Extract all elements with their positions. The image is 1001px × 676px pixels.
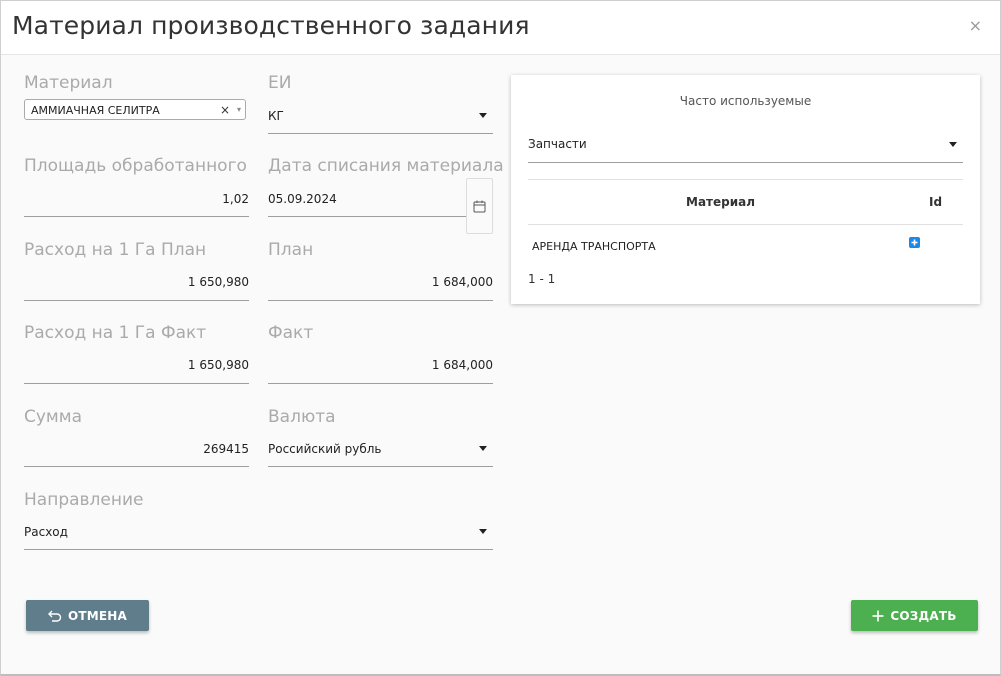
material-dialog: Материал производственного задания × Мат… <box>0 0 1001 676</box>
create-button[interactable]: СОЗДАТЬ <box>851 600 978 631</box>
currency-label: Валюта <box>268 407 336 427</box>
plus-square-icon[interactable] <box>909 237 920 248</box>
sum-label: Сумма <box>24 407 82 427</box>
cancel-button[interactable]: ОТМЕНА <box>26 600 149 631</box>
area-field[interactable]: Площадь обработанного 1,02 <box>24 156 249 218</box>
unit-value: КГ <box>268 109 284 123</box>
material-select[interactable]: АММИАЧНАЯ СЕЛИТРА × ▾ <box>24 99 246 120</box>
plan-field[interactable]: План 1 684,000 <box>268 240 493 302</box>
dialog-title: Материал производственного задания <box>12 11 530 40</box>
caret-down-icon <box>479 446 487 451</box>
writeoff-date-value: 05.09.2024 <box>268 192 337 206</box>
close-icon[interactable]: × <box>969 16 982 36</box>
calendar-icon <box>473 200 486 213</box>
plan-label: План <box>268 240 314 260</box>
rate-plan-label: Расход на 1 Га План <box>24 240 207 260</box>
clear-icon[interactable]: × <box>220 103 230 117</box>
caret-down-icon <box>479 113 487 118</box>
unit-field[interactable]: ЕИ КГ <box>268 73 493 135</box>
plan-value: 1 684,000 <box>431 275 493 289</box>
pager-info: 1 - 1 <box>528 272 556 286</box>
unit-label: ЕИ <box>268 73 292 93</box>
sum-value: 269415 <box>203 442 249 456</box>
direction-value: Расход <box>24 525 68 539</box>
dialog-header: Материал производственного задания × <box>1 1 1000 55</box>
currency-field[interactable]: Валюта Российский рубль <box>268 407 493 469</box>
caret-down-icon[interactable] <box>949 142 957 147</box>
rate-fact-field[interactable]: Расход на 1 Га Факт 1 650,980 <box>24 323 249 385</box>
panel-title: Часто используемые <box>679 94 812 108</box>
column-header-id[interactable]: Id <box>929 195 942 209</box>
fact-value: 1 684,000 <box>431 358 493 372</box>
direction-label: Направление <box>24 490 144 510</box>
chevron-down-icon: ▾ <box>236 105 241 114</box>
rate-plan-field[interactable]: Расход на 1 Га План 1 650,980 <box>24 240 249 302</box>
material-value: АММИАЧНАЯ СЕЛИТРА <box>31 104 160 117</box>
sum-field[interactable]: Сумма 269415 <box>24 407 249 469</box>
plus-icon <box>872 610 884 621</box>
material-label: Материал <box>24 73 113 93</box>
rate-fact-label: Расход на 1 Га Факт <box>24 323 207 343</box>
area-label: Площадь обработанного <box>24 156 247 176</box>
writeoff-date-field[interactable]: Дата списания материала 05.09.2024 <box>268 156 504 218</box>
material-field: Материал АММИАЧНАЯ СЕЛИТРА × ▾ <box>24 73 249 123</box>
rate-fact-value: 1 650,980 <box>187 358 249 372</box>
category-select-value[interactable]: Запчасти <box>528 137 587 151</box>
fact-label: Факт <box>268 323 314 343</box>
create-label: СОЗДАТЬ <box>890 608 957 623</box>
direction-field[interactable]: Направление Расход <box>24 490 493 552</box>
plus-icon <box>911 239 918 246</box>
frequent-materials-panel: Часто используемые Запчасти Материал Id … <box>511 75 980 304</box>
table-row-material: АРЕНДА ТРАНСПОРТА <box>532 240 656 253</box>
fact-field[interactable]: Факт 1 684,000 <box>268 323 493 385</box>
area-value: 1,02 <box>222 192 249 206</box>
undo-icon <box>47 610 62 622</box>
writeoff-date-label: Дата списания материала <box>268 156 504 176</box>
rate-plan-value: 1 650,980 <box>187 275 249 289</box>
column-header-material[interactable]: Материал <box>686 195 755 209</box>
cancel-label: ОТМЕНА <box>67 608 128 623</box>
currency-value: Российский рубль <box>268 442 382 456</box>
caret-down-icon <box>479 529 487 534</box>
calendar-button[interactable] <box>466 178 493 234</box>
